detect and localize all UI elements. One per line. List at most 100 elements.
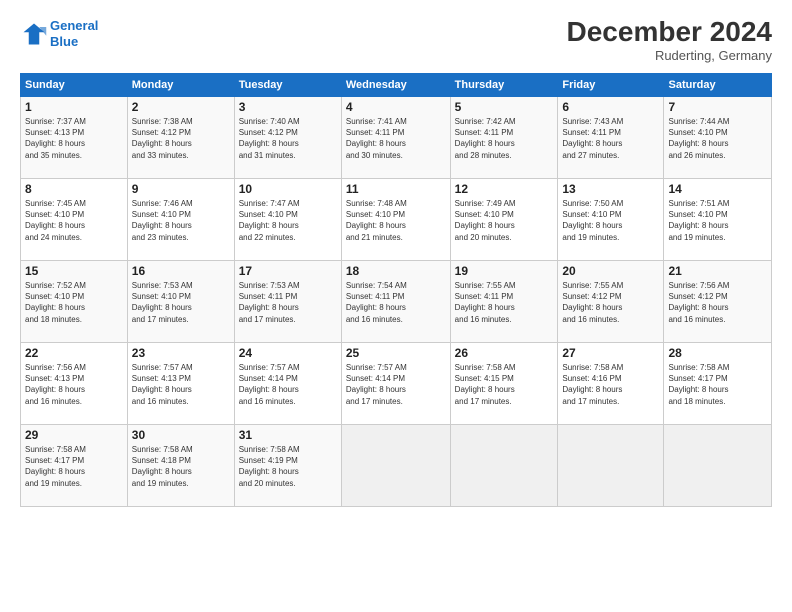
day-number: 6 [562,100,659,114]
logo-icon [20,20,48,48]
day-info: Sunrise: 7:58 AMSunset: 4:19 PMDaylight:… [239,445,300,488]
location: Ruderting, Germany [567,48,772,63]
day-cell: 29 Sunrise: 7:58 AMSunset: 4:17 PMDayligh… [21,425,128,507]
day-cell: 26 Sunrise: 7:58 AMSunset: 4:15 PMDayligh… [450,343,558,425]
day-info: Sunrise: 7:56 AMSunset: 4:12 PMDaylight:… [668,281,729,324]
logo-line1: General [50,18,98,33]
day-info: Sunrise: 7:55 AMSunset: 4:11 PMDaylight:… [455,281,516,324]
day-cell: 11 Sunrise: 7:48 AMSunset: 4:10 PMDayligh… [341,179,450,261]
day-cell: 12 Sunrise: 7:49 AMSunset: 4:10 PMDayligh… [450,179,558,261]
day-cell [664,425,772,507]
day-number: 15 [25,264,123,278]
week-row-1: 1 Sunrise: 7:37 AMSunset: 4:13 PMDaylight… [21,97,772,179]
day-cell [450,425,558,507]
day-cell: 16Sunrise: 7:53 AMSunset: 4:10 PMDayligh… [127,261,234,343]
day-cell: 20 Sunrise: 7:55 AMSunset: 4:12 PMDayligh… [558,261,664,343]
day-info: Sunrise: 7:41 AMSunset: 4:11 PMDaylight:… [346,117,407,160]
day-number: 4 [346,100,446,114]
day-number: 29 [25,428,123,442]
day-cell: 21 Sunrise: 7:56 AMSunset: 4:12 PMDayligh… [664,261,772,343]
day-info: Sunrise: 7:40 AMSunset: 4:12 PMDaylight:… [239,117,300,160]
weekday-saturday: Saturday [664,74,772,97]
day-cell: 7 Sunrise: 7:44 AMSunset: 4:10 PMDaylight… [664,97,772,179]
day-info: Sunrise: 7:55 AMSunset: 4:12 PMDaylight:… [562,281,623,324]
day-cell: 9 Sunrise: 7:46 AMSunset: 4:10 PMDaylight… [127,179,234,261]
day-cell: 3Sunrise: 7:40 AMSunset: 4:12 PMDaylight… [234,97,341,179]
day-number: 12 [455,182,554,196]
logo-line2: Blue [50,34,78,49]
day-info: Sunrise: 7:58 AMSunset: 4:17 PMDaylight:… [668,363,729,406]
week-row-2: 8 Sunrise: 7:45 AMSunset: 4:10 PMDaylight… [21,179,772,261]
day-number: 1 [25,100,123,114]
day-info: Sunrise: 7:58 AMSunset: 4:18 PMDaylight:… [132,445,193,488]
day-info: Sunrise: 7:46 AMSunset: 4:10 PMDaylight:… [132,199,193,242]
day-cell: 13Sunrise: 7:50 AMSunset: 4:10 PMDayligh… [558,179,664,261]
day-cell: 27 Sunrise: 7:58 AMSunset: 4:16 PMDayligh… [558,343,664,425]
weekday-tuesday: Tuesday [234,74,341,97]
weekday-friday: Friday [558,74,664,97]
weekday-wednesday: Wednesday [341,74,450,97]
day-info: Sunrise: 7:58 AMSunset: 4:17 PMDaylight:… [25,445,86,488]
day-number: 21 [668,264,767,278]
day-number: 16 [132,264,230,278]
week-row-3: 15Sunrise: 7:52 AMSunset: 4:10 PMDayligh… [21,261,772,343]
day-cell: 8 Sunrise: 7:45 AMSunset: 4:10 PMDaylight… [21,179,128,261]
day-number: 22 [25,346,123,360]
day-number: 18 [346,264,446,278]
day-number: 19 [455,264,554,278]
day-info: Sunrise: 7:58 AMSunset: 4:15 PMDaylight:… [455,363,516,406]
day-info: Sunrise: 7:58 AMSunset: 4:16 PMDaylight:… [562,363,623,406]
logo-text: General Blue [50,18,98,49]
day-number: 30 [132,428,230,442]
day-cell: 28Sunrise: 7:58 AMSunset: 4:17 PMDayligh… [664,343,772,425]
day-cell: 5Sunrise: 7:42 AMSunset: 4:11 PMDaylight… [450,97,558,179]
day-number: 9 [132,182,230,196]
calendar-table: SundayMondayTuesdayWednesdayThursdayFrid… [20,73,772,507]
day-info: Sunrise: 7:49 AMSunset: 4:10 PMDaylight:… [455,199,516,242]
day-number: 11 [346,182,446,196]
day-cell: 14Sunrise: 7:51 AMSunset: 4:10 PMDayligh… [664,179,772,261]
day-cell: 15Sunrise: 7:52 AMSunset: 4:10 PMDayligh… [21,261,128,343]
day-number: 8 [25,182,123,196]
day-cell: 23Sunrise: 7:57 AMSunset: 4:13 PMDayligh… [127,343,234,425]
day-number: 13 [562,182,659,196]
day-number: 20 [562,264,659,278]
day-number: 24 [239,346,337,360]
week-row-5: 29 Sunrise: 7:58 AMSunset: 4:17 PMDayligh… [21,425,772,507]
day-cell: 30 Sunrise: 7:58 AMSunset: 4:18 PMDayligh… [127,425,234,507]
day-cell [341,425,450,507]
day-info: Sunrise: 7:48 AMSunset: 4:10 PMDaylight:… [346,199,407,242]
day-info: Sunrise: 7:57 AMSunset: 4:14 PMDaylight:… [346,363,407,406]
day-cell: 24 Sunrise: 7:57 AMSunset: 4:14 PMDayligh… [234,343,341,425]
day-info: Sunrise: 7:56 AMSunset: 4:13 PMDaylight:… [25,363,86,406]
day-cell: 31 Sunrise: 7:58 AMSunset: 4:19 PMDayligh… [234,425,341,507]
day-cell: 1 Sunrise: 7:37 AMSunset: 4:13 PMDaylight… [21,97,128,179]
day-info: Sunrise: 7:53 AMSunset: 4:11 PMDaylight:… [239,281,300,324]
day-cell: 10Sunrise: 7:47 AMSunset: 4:10 PMDayligh… [234,179,341,261]
day-info: Sunrise: 7:57 AMSunset: 4:14 PMDaylight:… [239,363,300,406]
day-cell [558,425,664,507]
weekday-sunday: Sunday [21,74,128,97]
day-info: Sunrise: 7:57 AMSunset: 4:13 PMDaylight:… [132,363,193,406]
day-number: 17 [239,264,337,278]
day-number: 25 [346,346,446,360]
day-info: Sunrise: 7:54 AMSunset: 4:11 PMDaylight:… [346,281,407,324]
weekday-thursday: Thursday [450,74,558,97]
day-number: 7 [668,100,767,114]
day-number: 2 [132,100,230,114]
day-info: Sunrise: 7:37 AMSunset: 4:13 PMDaylight:… [25,117,86,160]
day-cell: 19 Sunrise: 7:55 AMSunset: 4:11 PMDayligh… [450,261,558,343]
day-number: 27 [562,346,659,360]
title-block: December 2024 Ruderting, Germany [567,18,772,63]
day-info: Sunrise: 7:45 AMSunset: 4:10 PMDaylight:… [25,199,86,242]
day-cell: 18 Sunrise: 7:54 AMSunset: 4:11 PMDayligh… [341,261,450,343]
header: General Blue December 2024 Ruderting, Ge… [20,18,772,63]
day-number: 31 [239,428,337,442]
day-info: Sunrise: 7:44 AMSunset: 4:10 PMDaylight:… [668,117,729,160]
day-cell: 4 Sunrise: 7:41 AMSunset: 4:11 PMDaylight… [341,97,450,179]
day-cell: 22 Sunrise: 7:56 AMSunset: 4:13 PMDayligh… [21,343,128,425]
week-row-4: 22 Sunrise: 7:56 AMSunset: 4:13 PMDayligh… [21,343,772,425]
day-number: 26 [455,346,554,360]
day-info: Sunrise: 7:43 AMSunset: 4:11 PMDaylight:… [562,117,623,160]
day-info: Sunrise: 7:42 AMSunset: 4:11 PMDaylight:… [455,117,516,160]
